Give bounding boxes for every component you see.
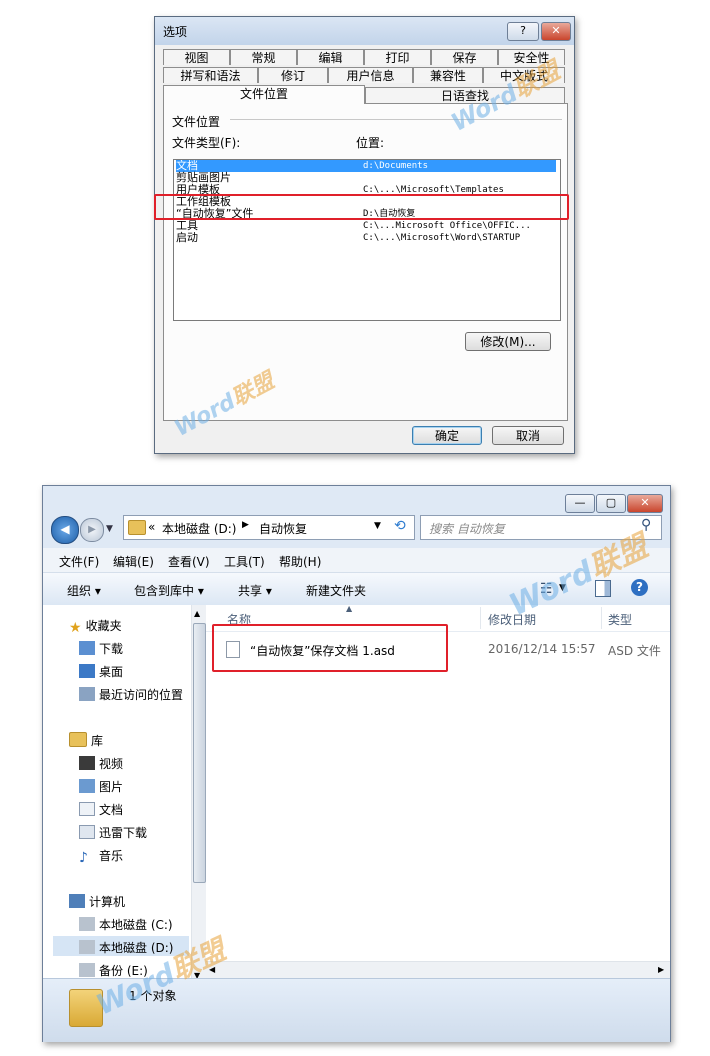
thunder-downloads-icon	[79, 825, 95, 839]
close-button[interactable]: ✕	[541, 22, 571, 41]
menu-view[interactable]: 查看(V)	[168, 553, 210, 570]
documents-icon	[79, 802, 95, 816]
explorer-window: — ▢ ✕ ◀ ▶ ▼ « 本地磁盘 (D:) ▶ 自动恢复 ▼ ⟲ 搜索 自动…	[42, 485, 671, 1042]
nav-favorites[interactable]: ★ 收藏夹	[69, 617, 122, 636]
tab-user-info[interactable]: 用户信息	[328, 67, 413, 83]
tab-view[interactable]: 视图	[163, 49, 230, 65]
group-divider	[230, 119, 562, 120]
file-type-header: 文件类型(F):	[172, 136, 241, 150]
star-icon: ★	[69, 620, 82, 636]
nav-desktop[interactable]: 桌面	[79, 663, 123, 680]
dialog-title: 选项	[163, 25, 188, 39]
organize-button[interactable]: 组织 ▾	[67, 582, 101, 599]
videos-icon	[79, 756, 95, 770]
tab-compatibility[interactable]: 兼容性	[413, 67, 483, 83]
modify-button[interactable]: 修改(M)...	[465, 332, 551, 351]
breadcrumb-folder[interactable]: 自动恢复	[259, 520, 307, 537]
cancel-button[interactable]: 取消	[492, 426, 564, 445]
tab-edit[interactable]: 编辑	[297, 49, 364, 65]
close-button[interactable]: ✕	[627, 494, 663, 513]
nav-libraries[interactable]: 库	[69, 732, 103, 749]
nav-documents[interactable]: 文档	[79, 801, 123, 818]
menu-tools[interactable]: 工具(T)	[224, 553, 265, 570]
column-divider[interactable]	[601, 607, 602, 629]
address-dropdown-icon[interactable]: ▼	[374, 521, 381, 531]
address-bar[interactable]: « 本地磁盘 (D:) ▶ 自动恢复 ▼ ⟲	[123, 515, 415, 540]
ok-button[interactable]: 确定	[412, 426, 482, 445]
column-type[interactable]: 类型	[608, 611, 632, 628]
nav-music[interactable]: ♪ 音乐	[79, 847, 123, 866]
nav-downloads[interactable]: 下载	[79, 640, 123, 657]
drive-icon	[79, 940, 95, 954]
column-divider[interactable]	[480, 607, 481, 629]
libraries-icon	[69, 732, 87, 747]
recent-places-icon	[79, 687, 95, 701]
breadcrumb-prefix[interactable]: «	[148, 520, 155, 534]
tab-save[interactable]: 保存	[431, 49, 498, 65]
nav-computer[interactable]: 计算机	[69, 893, 125, 910]
navigation-pane: ★ 收藏夹 下载 桌面 最近访问的位置 库 视频 图片 文档 迅雷下载 ♪ 音乐 计…	[43, 605, 206, 988]
search-input[interactable]: 搜索 自动恢复	[429, 520, 505, 537]
nav-drive-c[interactable]: 本地磁盘 (C:)	[79, 916, 173, 933]
horizontal-scrollbar[interactable]: ◀ ▶	[206, 961, 670, 979]
list-item[interactable]: 启动 C:\...\Microsoft\Word\STARTUP	[176, 232, 556, 244]
downloads-folder-icon	[79, 641, 95, 655]
folder-icon	[128, 520, 146, 535]
music-icon: ♪	[79, 850, 88, 866]
nav-pictures[interactable]: 图片	[79, 778, 123, 795]
file-type: ASD 文件	[608, 644, 661, 658]
new-folder-button[interactable]: 新建文件夹	[306, 582, 366, 599]
drive-icon	[79, 917, 95, 931]
breadcrumb-drive[interactable]: 本地磁盘 (D:)	[162, 520, 236, 537]
tab-spelling-grammar[interactable]: 拼写和语法	[163, 67, 258, 83]
dialog-titlebar: 选项 ? ✕	[155, 17, 574, 45]
menu-file[interactable]: 文件(F)	[59, 553, 99, 570]
pictures-icon	[79, 779, 95, 793]
group-label: 文件位置	[172, 115, 221, 129]
nav-scrollbar[interactable]: ▲ ▼	[191, 605, 206, 988]
include-in-library-button[interactable]: 包含到库中 ▾	[134, 582, 204, 599]
recent-pages-chevron-icon[interactable]: ▼	[106, 524, 113, 534]
nav-thunder-downloads[interactable]: 迅雷下载	[79, 824, 147, 841]
refresh-icon[interactable]: ⟲	[394, 518, 406, 534]
nav-videos[interactable]: 视频	[79, 755, 123, 772]
menu-help[interactable]: 帮助(H)	[279, 553, 321, 570]
breadcrumb-separator-icon[interactable]: ▶	[242, 520, 249, 530]
search-icon[interactable]: ⚲	[641, 517, 651, 533]
file-date: 2016/12/14 15:57	[488, 642, 596, 656]
scroll-thumb[interactable]	[193, 623, 206, 883]
forward-arrow-icon[interactable]: ▶	[80, 518, 104, 542]
tab-general[interactable]: 常规	[230, 49, 297, 65]
computer-icon	[69, 894, 85, 908]
menu-edit[interactable]: 编辑(E)	[113, 553, 154, 570]
back-arrow-icon[interactable]: ◀	[51, 516, 79, 544]
highlight-asd-file	[212, 624, 448, 672]
tab-file-locations[interactable]: 文件位置	[163, 85, 365, 104]
maximize-button[interactable]: ▢	[596, 494, 626, 513]
help-button[interactable]: ?	[507, 22, 539, 41]
help-icon[interactable]: ?	[631, 579, 648, 596]
desktop-icon	[79, 664, 95, 678]
highlight-autorecover-row	[154, 194, 569, 220]
file-locations-list[interactable]: 文档 d:\Documents 剪贴画图片 用户模板 C:\...\Microsof…	[173, 159, 561, 321]
tab-track-changes[interactable]: 修订	[258, 67, 328, 83]
list-item[interactable]: 文档 d:\Documents	[176, 160, 556, 172]
minimize-button[interactable]: —	[565, 494, 595, 513]
nav-recent-places[interactable]: 最近访问的位置	[79, 686, 183, 703]
scroll-up-icon[interactable]: ▲	[194, 609, 200, 618]
list-item[interactable]: 剪贴画图片	[176, 172, 556, 184]
list-item[interactable]: 工具 C:\...Microsoft Office\OFFIC...	[176, 220, 556, 232]
tab-print[interactable]: 打印	[364, 49, 431, 65]
location-header: 位置:	[356, 136, 385, 150]
drive-icon	[79, 963, 95, 977]
sort-arrow-icon: ▲	[346, 604, 353, 613]
scroll-right-icon[interactable]: ▶	[658, 965, 664, 974]
file-locations-panel: 文件位置 文件类型(F): 位置: 文档 d:\Documents 剪贴画图片 用…	[163, 103, 568, 421]
share-button[interactable]: 共享 ▾	[238, 582, 272, 599]
options-dialog: 选项 ? ✕ 视图 常规 编辑 打印 保存 安全性 拼写和语法 修订 用户信息 …	[154, 16, 575, 454]
